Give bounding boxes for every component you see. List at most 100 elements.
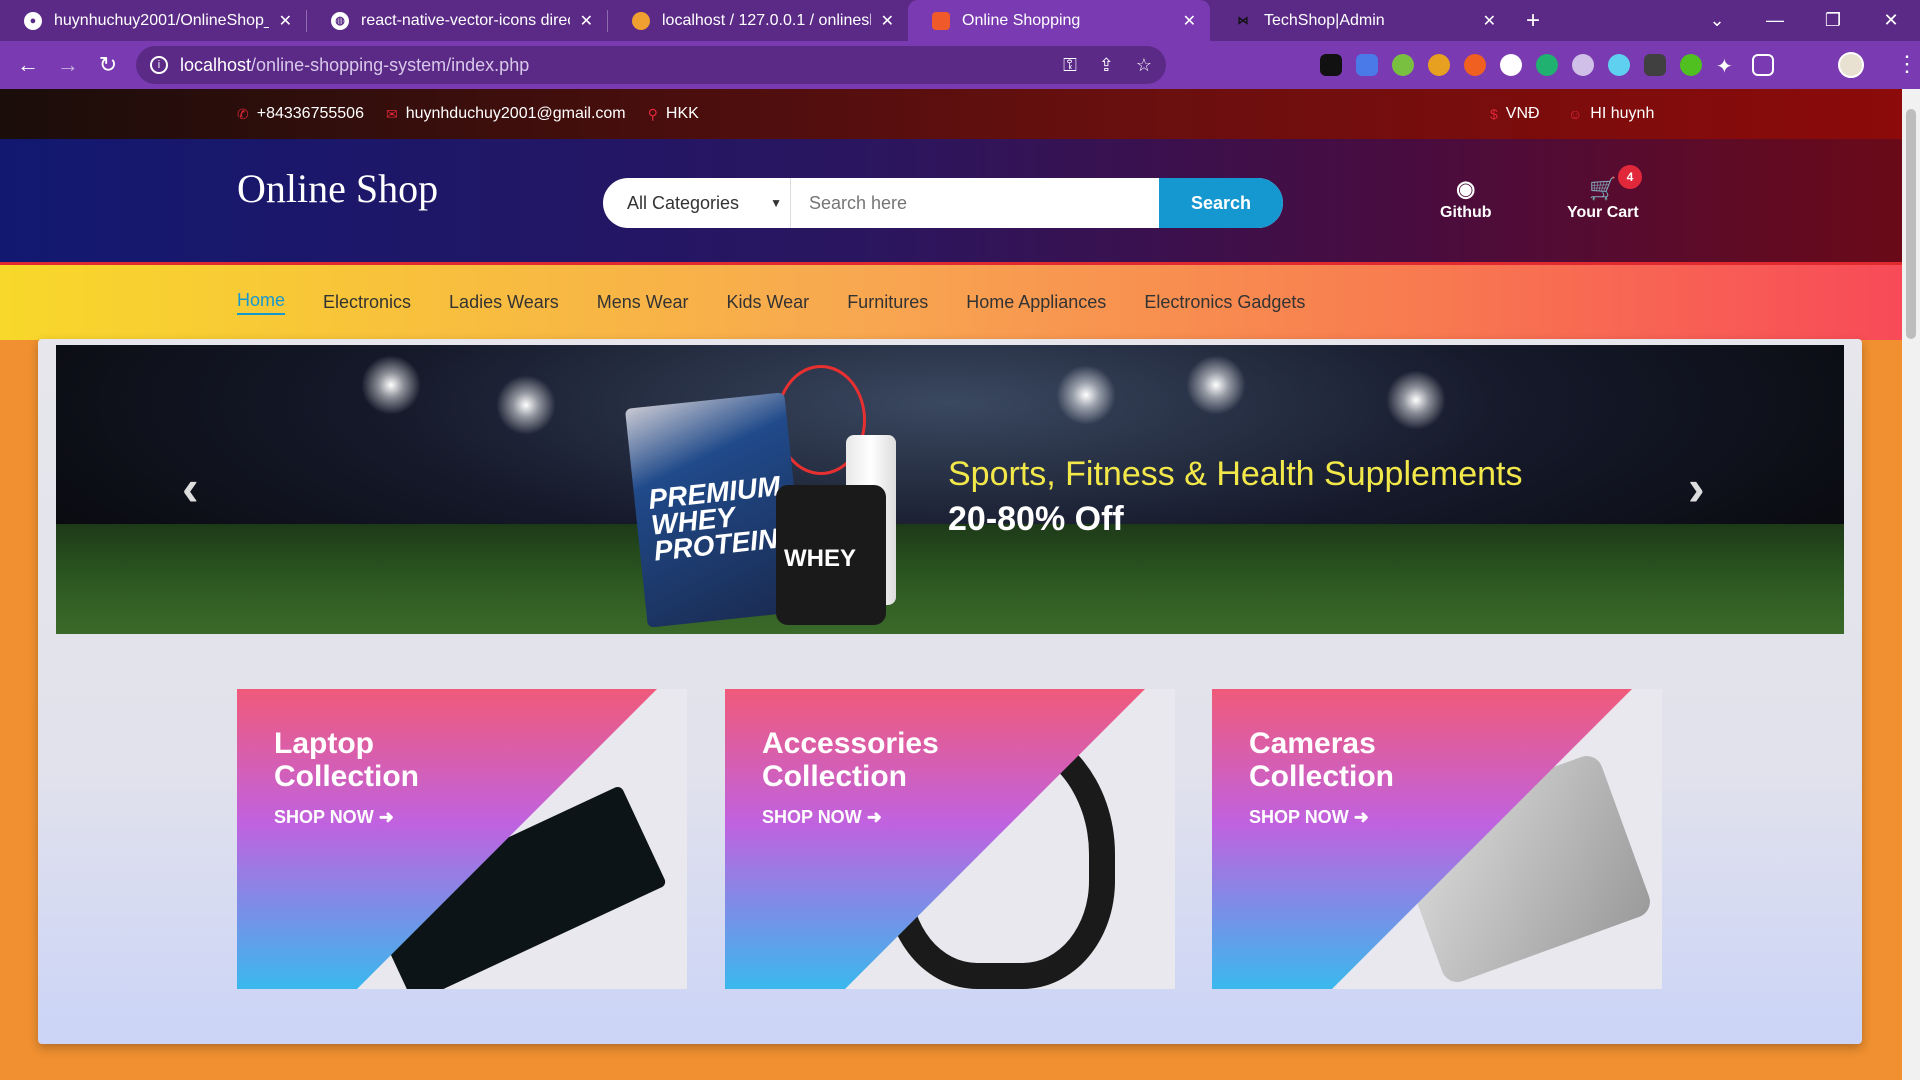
browser-tab-active[interactable]: Online Shopping ✕ [908, 0, 1210, 41]
promo-laptop[interactable]: Laptop Collection SHOP NOW ➜ [237, 689, 687, 989]
user-greeting: HI huynh [1590, 105, 1655, 122]
user-item[interactable]: ☺ HI huynh [1568, 105, 1654, 123]
avatar[interactable] [1838, 52, 1864, 78]
extension-icon[interactable] [1428, 54, 1450, 76]
main-nav: Home Electronics Ladies Wears Mens Wear … [0, 265, 1902, 340]
nav-ladies-wears[interactable]: Ladies Wears [449, 292, 559, 313]
close-icon[interactable]: ✕ [580, 11, 593, 31]
search-button[interactable]: Search [1159, 178, 1283, 228]
nav-electronics-gadgets[interactable]: Electronics Gadgets [1144, 292, 1305, 313]
nav-kids-wear[interactable]: Kids Wear [726, 292, 809, 313]
scrollbar-thumb[interactable] [1906, 109, 1916, 339]
extension-icon[interactable] [1320, 54, 1342, 76]
site-logo[interactable]: Online Shop [237, 165, 438, 212]
extension-icon[interactable] [1464, 54, 1486, 76]
phone-icon: ✆ [237, 105, 249, 122]
currency-text: VNĐ [1505, 105, 1540, 122]
banner-title: Sports, Fitness & Health Supplements [948, 455, 1523, 493]
hero-banner: PREMIUM WHEY PROTEIN WHEY Sports, Fitnes… [56, 345, 1844, 634]
category-select[interactable]: All Categories ▼ [603, 178, 791, 228]
nav-electronics[interactable]: Electronics [323, 292, 411, 313]
arrow-circle-right-icon: ➜ [1353, 807, 1369, 827]
stadium-light [496, 375, 556, 435]
currency-item[interactable]: $ VNĐ [1490, 105, 1540, 123]
translate-icon[interactable] [1356, 54, 1378, 76]
nav-furnitures[interactable]: Furnitures [847, 292, 928, 313]
location-text: HKK [665, 105, 699, 122]
whey-jar-image: WHEY [776, 485, 886, 625]
puzzle-icon[interactable]: ✦ [1716, 54, 1738, 78]
nav-mens-wear[interactable]: Mens Wear [597, 292, 689, 313]
browser-tab[interactable]: ◍ react-native-vector-icons directo... ✕ [307, 0, 607, 41]
shop-now-link[interactable]: SHOP NOW ➜ [1249, 807, 1369, 828]
location-item[interactable]: ⚲ HKK [648, 105, 699, 123]
site-info-icon[interactable]: i [150, 56, 168, 74]
web-page: ✆ +84336755506 ✉ huynhduchuy2001@gmail.c… [0, 89, 1902, 1080]
github-icon: ● [24, 11, 42, 30]
site-header: Online Shop All Categories ▼ Search ◉ Gi… [0, 139, 1902, 265]
star-icon[interactable]: ☆ [1136, 55, 1152, 76]
react-devtools-icon[interactable] [1608, 54, 1630, 76]
address-bar[interactable]: i localhost/online-shopping-system/index… [136, 46, 1166, 84]
cart-count-badge: 4 [1618, 165, 1642, 189]
grammarly-icon[interactable] [1536, 54, 1558, 76]
github-icon: ◉ [1456, 176, 1476, 201]
extension-icon[interactable] [1680, 54, 1702, 76]
browser-tab[interactable]: localhost / 127.0.0.1 / onlineshop... ✕ [608, 0, 908, 41]
stadium-light [1186, 355, 1246, 415]
close-icon[interactable]: ✕ [279, 11, 292, 31]
menu-kebab-icon[interactable]: ⋮ [1896, 51, 1918, 77]
arrow-circle-right-icon: ➜ [378, 807, 394, 827]
extension-icon[interactable] [1500, 54, 1522, 76]
stadium-light [1056, 365, 1116, 425]
map-marker-icon: ⚲ [647, 105, 658, 122]
side-panel-icon[interactable] [1752, 54, 1774, 76]
minimize-icon[interactable]: — [1746, 10, 1804, 31]
shop-now-link[interactable]: SHOP NOW ➜ [274, 807, 394, 828]
dollar-icon: $ [1490, 106, 1498, 122]
share-icon[interactable]: ⇪ [1099, 55, 1114, 76]
browser-tabstrip: ● huynhuchuy2001/OnlineShop_P... ✕ ◍ rea… [0, 0, 1920, 41]
extension-icon[interactable] [1392, 54, 1414, 76]
shop-now-link[interactable]: SHOP NOW ➜ [762, 807, 882, 828]
user-icon: ☺ [1568, 106, 1583, 122]
key-icon[interactable]: ⚿ [1063, 55, 1077, 76]
carousel-next-icon[interactable]: › [1688, 459, 1705, 517]
window-controls: ⌄ — ❐ ✕ [1688, 0, 1920, 41]
globe-icon: ◍ [331, 11, 349, 30]
extension-icon[interactable] [1644, 54, 1666, 76]
browser-tab[interactable]: ⋈ TechShop|Admin ✕ [1210, 0, 1510, 41]
forward-icon[interactable]: → [48, 52, 88, 78]
close-icon[interactable]: ✕ [881, 11, 894, 31]
phone-text: +84336755506 [256, 105, 364, 122]
carousel-prev-icon[interactable]: ‹ [182, 459, 199, 517]
search-input[interactable] [791, 178, 1159, 228]
stadium-light [1386, 370, 1446, 430]
back-icon[interactable]: ← [8, 52, 48, 78]
top-contact-bar: ✆ +84336755506 ✉ huynhduchuy2001@gmail.c… [0, 89, 1902, 139]
email-text: huynhduchuy2001@gmail.com [405, 105, 626, 122]
promo-accessories[interactable]: Accessories Collection SHOP NOW ➜ [725, 689, 1175, 989]
email-item[interactable]: ✉ huynhduchuy2001@gmail.com [386, 105, 626, 123]
new-tab-icon[interactable]: + [1526, 7, 1540, 35]
stadium-light [361, 355, 421, 415]
tab-search-icon[interactable]: ⌄ [1688, 10, 1746, 31]
phone-item[interactable]: ✆ +84336755506 [237, 105, 364, 123]
extensions-bar: ✦ [1320, 54, 1774, 78]
promo-title: Laptop Collection [274, 727, 420, 793]
stadium-field [56, 524, 1844, 634]
close-icon[interactable]: ✕ [1483, 11, 1496, 31]
close-window-icon[interactable]: ✕ [1862, 10, 1920, 31]
browser-tab[interactable]: ● huynhuchuy2001/OnlineShop_P... ✕ [0, 0, 306, 41]
nav-home[interactable]: Home [237, 290, 286, 315]
promo-title: Accessories Collection [762, 727, 939, 793]
page-scrollbar[interactable] [1902, 89, 1920, 1080]
github-link[interactable]: ◉ Github [1440, 176, 1492, 222]
extension-icon[interactable] [1572, 54, 1594, 76]
nav-home-appliances[interactable]: Home Appliances [966, 292, 1106, 313]
reload-icon[interactable]: ↻ [88, 52, 128, 78]
promo-cameras[interactable]: Cameras Collection SHOP NOW ➜ [1212, 689, 1662, 989]
close-icon[interactable]: ✕ [1183, 11, 1196, 31]
restore-icon[interactable]: ❐ [1804, 10, 1862, 31]
shop-favicon-icon [932, 11, 950, 30]
